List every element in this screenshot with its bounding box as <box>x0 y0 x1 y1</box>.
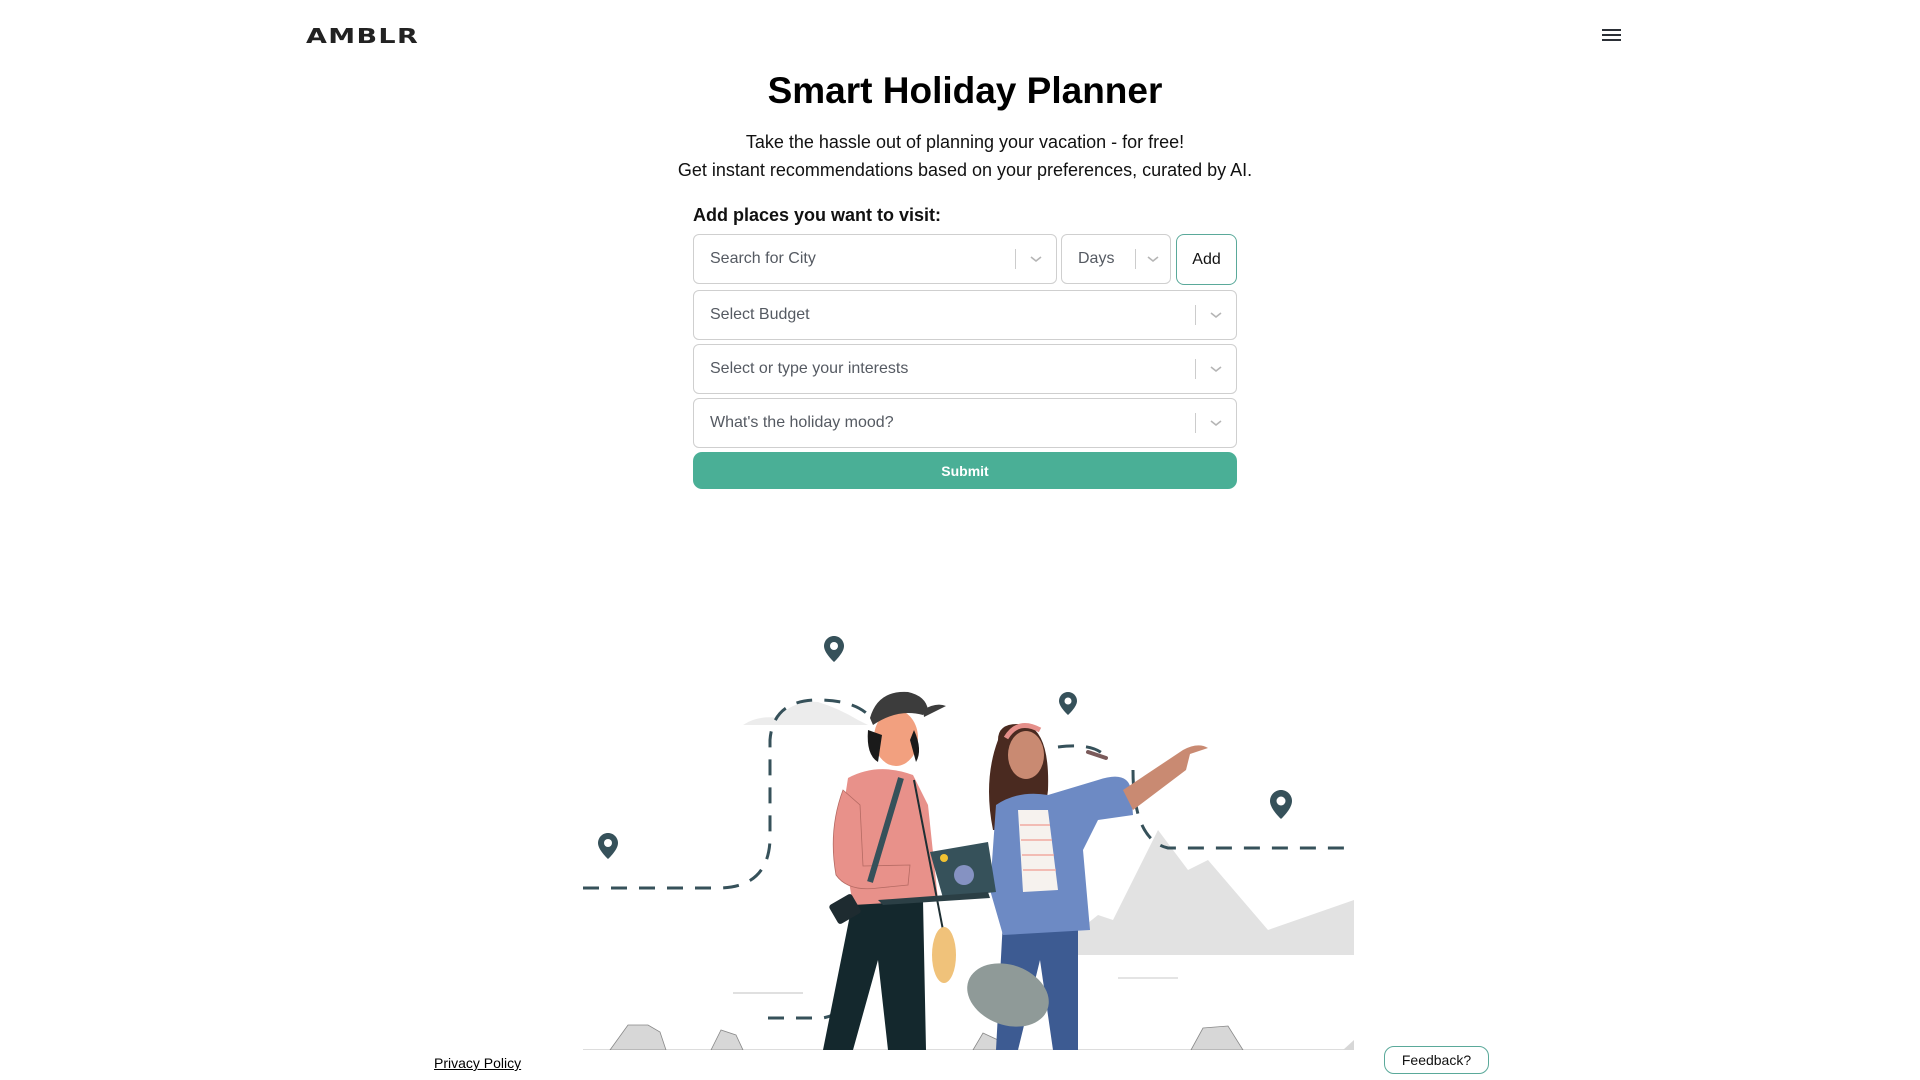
budget-placeholder: Select Budget <box>710 306 810 323</box>
submit-button[interactable]: Submit <box>693 452 1237 489</box>
travelers-illustration <box>583 636 1354 1050</box>
days-select[interactable]: Days <box>1061 234 1171 284</box>
dashed-route <box>583 698 875 890</box>
subtitle-line-2: Get instant recommendations based on you… <box>677 160 1253 180</box>
rock <box>1343 1040 1354 1050</box>
rock <box>710 1029 744 1050</box>
budget-select[interactable]: Select Budget <box>693 290 1237 340</box>
chevron-down-icon[interactable] <box>1196 310 1236 320</box>
city-placeholder: Search for City <box>710 250 816 267</box>
days-placeholder: Days <box>1078 250 1115 267</box>
subtitle-line-1: Take the hassle out of planning your vac… <box>745 132 1185 152</box>
rock <box>609 1024 667 1050</box>
dashed-route <box>1086 750 1108 760</box>
location-pin-icon <box>598 833 618 859</box>
chevron-down-icon[interactable] <box>1016 254 1056 264</box>
feedback-button[interactable]: Feedback? <box>1384 1046 1489 1074</box>
mood-placeholder: What's the holiday mood? <box>710 414 894 431</box>
city-search-select[interactable]: Search for City <box>693 234 1057 284</box>
menu-bar <box>1602 39 1621 41</box>
page-title: Smart Holiday Planner <box>767 70 1163 111</box>
location-pin-icon <box>1059 692 1077 715</box>
privacy-policy-link[interactable]: Privacy Policy <box>434 1055 521 1071</box>
chevron-down-icon[interactable] <box>1196 418 1236 428</box>
logo[interactable]: AMBLR <box>306 24 419 48</box>
chevron-down-icon[interactable] <box>1196 364 1236 374</box>
hamburger-menu-icon[interactable] <box>1600 26 1624 46</box>
dashed-route <box>768 1007 842 1020</box>
menu-bar <box>1602 34 1621 36</box>
chevron-down-icon[interactable] <box>1136 254 1170 264</box>
interests-select[interactable]: Select or type your interests <box>693 344 1237 394</box>
rock <box>1190 1025 1244 1050</box>
location-pin-icon <box>824 636 844 662</box>
cloud <box>743 701 868 725</box>
location-pin-icon <box>1270 790 1292 819</box>
add-place-button[interactable]: Add <box>1176 234 1237 285</box>
menu-bar <box>1602 29 1621 31</box>
interests-placeholder: Select or type your interests <box>710 360 909 377</box>
mood-select[interactable]: What's the holiday mood? <box>693 398 1237 448</box>
page-title-wrap: Smart Holiday Planner <box>0 70 1920 112</box>
form-label: Add places you want to visit: <box>693 205 942 225</box>
